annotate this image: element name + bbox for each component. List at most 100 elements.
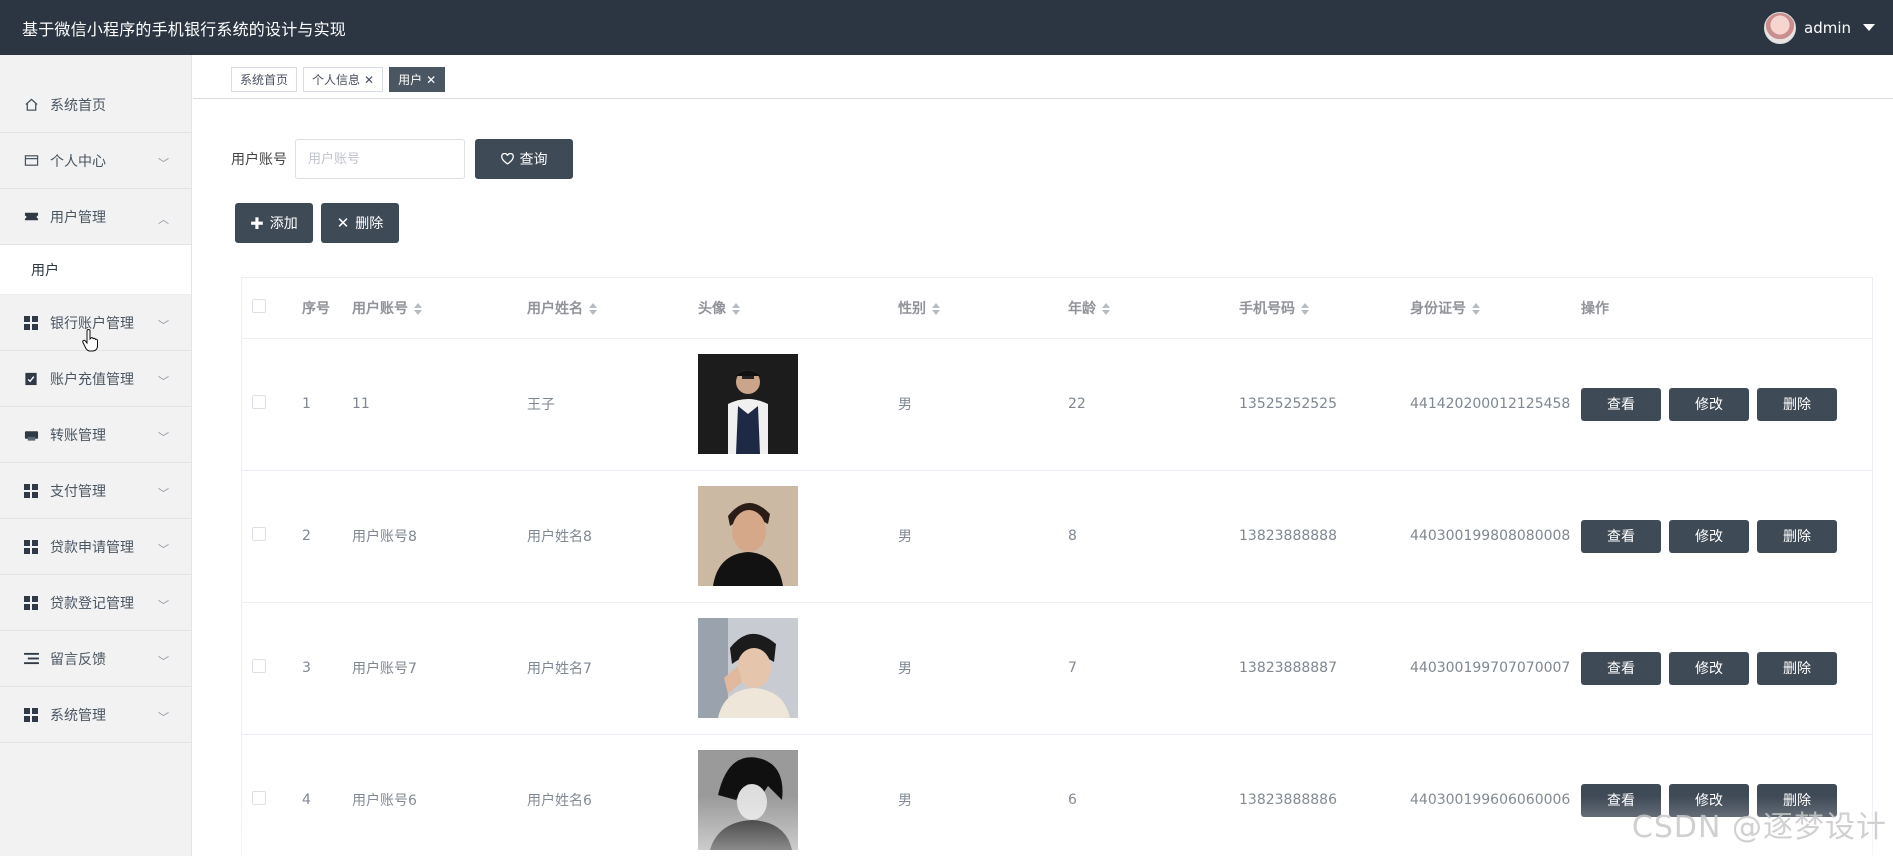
sort-icon[interactable] (932, 302, 940, 315)
sidebar-item-label: 支付管理 (50, 483, 106, 500)
row-checkbox[interactable] (252, 659, 266, 673)
delete-button[interactable]: 删除 (1757, 519, 1837, 553)
sidebar-item-transfer[interactable]: 转账管理 ﹀ (0, 407, 191, 463)
view-button[interactable]: 查看 (1581, 651, 1661, 685)
sort-icon[interactable] (1301, 302, 1309, 315)
grid-icon (23, 595, 39, 611)
chevron-down-icon (1863, 24, 1875, 31)
column-header-sortable[interactable]: 头像 (688, 278, 888, 339)
printer-icon (23, 427, 39, 443)
chevron-down-icon: ﹀ (158, 542, 169, 556)
sidebar-item-label: 用户管理 (50, 209, 106, 226)
sort-icon[interactable] (589, 302, 597, 315)
sidebar: 系统首页 个人中心 ﹀ 用户管理 ︿ 用户 银行账户管理 ﹀ 账户充值管理 ﹀ … (0, 55, 192, 856)
grid-icon (23, 539, 39, 555)
sidebar-item-loan-application[interactable]: 贷款申请管理 ﹀ (0, 519, 191, 575)
sort-icon[interactable] (1472, 302, 1480, 315)
delete-selected-button[interactable]: ✕ 删除 (321, 203, 399, 243)
sort-icon[interactable] (414, 302, 422, 315)
row-checkbox[interactable] (252, 527, 266, 541)
cell-account: 用户账号7 (342, 602, 517, 735)
column-header-sortable[interactable]: 性别 (888, 278, 1058, 339)
cell-age: 22 (1058, 338, 1229, 471)
cell-gender: 男 (888, 338, 1058, 471)
tab-bar: 系统首页 个人信息 ✕ 用户 ✕ (193, 55, 1893, 99)
select-all-checkbox[interactable] (252, 298, 266, 313)
tab-personal-info[interactable]: 个人信息 ✕ (303, 67, 384, 92)
ticket-icon (23, 209, 39, 225)
sidebar-item-personal-center[interactable]: 个人中心 ﹀ (0, 133, 191, 189)
user-menu[interactable]: admin (1764, 11, 1875, 44)
delete-button[interactable]: 删除 (1757, 387, 1837, 421)
cell-id-card: 441420200012125458 (1400, 338, 1571, 471)
sidebar-item-feedback[interactable]: 留言反馈 ﹀ (0, 631, 191, 687)
row-checkbox[interactable] (252, 791, 266, 805)
close-icon[interactable]: ✕ (426, 73, 436, 87)
tab-home[interactable]: 系统首页 (231, 67, 298, 92)
cell-index: 3 (292, 602, 342, 735)
search-button-label: 查询 (519, 152, 548, 168)
column-header-sortable[interactable]: 用户账号 (342, 278, 517, 339)
user-photo (698, 486, 798, 586)
sidebar-item-label: 转账管理 (50, 427, 106, 444)
tab-label: 个人信息 (312, 73, 361, 87)
cell-phone: 13525252525 (1229, 338, 1400, 471)
grid-icon (23, 315, 39, 331)
close-icon: ✕ (336, 214, 350, 232)
edit-button[interactable]: 修改 (1669, 387, 1749, 421)
cell-name: 王子 (517, 338, 688, 471)
column-header-sortable[interactable]: 用户姓名 (517, 278, 688, 339)
column-header-sortable[interactable]: 年龄 (1058, 278, 1229, 339)
column-header: 序号 (292, 278, 342, 339)
cell-gender: 男 (888, 602, 1058, 735)
search-button[interactable]: 查询 (475, 139, 573, 179)
sidebar-item-payment[interactable]: 支付管理 ﹀ (0, 463, 191, 519)
cell-phone: 13823888886 (1229, 734, 1400, 856)
row-actions: 查看 修改 删除 (1581, 651, 1872, 685)
table-row: 1 11 王子 男 22 13525252525 441420200012125… (242, 338, 1872, 471)
tab-user[interactable]: 用户 ✕ (389, 67, 446, 92)
chevron-down-icon: ﹀ (158, 318, 169, 332)
user-photo (698, 618, 798, 718)
column-header-sortable[interactable]: 手机号码 (1229, 278, 1400, 339)
username-label: admin (1804, 18, 1851, 37)
heart-icon (500, 153, 514, 165)
view-button[interactable]: 查看 (1581, 519, 1661, 553)
sidebar-subitem-user[interactable]: 用户 (0, 245, 191, 295)
sidebar-item-system[interactable]: 系统管理 ﹀ (0, 687, 191, 743)
cell-gender: 男 (888, 734, 1058, 856)
edit-button[interactable]: 修改 (1669, 651, 1749, 685)
row-checkbox[interactable] (252, 395, 266, 409)
close-icon[interactable]: ✕ (364, 73, 374, 87)
delete-button[interactable]: 删除 (1757, 651, 1837, 685)
sidebar-item-home[interactable]: 系统首页 (0, 77, 191, 133)
cell-phone: 13823888888 (1229, 470, 1400, 603)
app-title: 基于微信小程序的手机银行系统的设计与实现 (22, 19, 347, 39)
search-label: 用户账号 (231, 152, 287, 168)
avatar[interactable] (1764, 11, 1796, 44)
chevron-down-icon: ﹀ (158, 654, 169, 668)
chevron-down-icon: ﹀ (158, 156, 169, 170)
home-icon (23, 97, 39, 113)
sort-icon[interactable] (1102, 302, 1110, 315)
column-header-sortable[interactable]: 身份证号 (1400, 278, 1571, 339)
user-table: 序号 用户账号 用户姓名 头像 性别 年龄 手机号码 身份证号 操作 1 11 (241, 277, 1873, 856)
edit-button[interactable]: 修改 (1669, 519, 1749, 553)
plus-icon: ✚ (250, 213, 264, 233)
cell-age: 8 (1058, 470, 1229, 603)
delete-button-label: 删除 (355, 216, 384, 232)
chevron-down-icon: ﹀ (158, 430, 169, 444)
cell-gender: 男 (888, 470, 1058, 603)
clipboard-check-icon (23, 371, 39, 387)
column-header: 操作 (1571, 278, 1872, 339)
hand-cursor-icon (82, 329, 98, 352)
sort-icon[interactable] (732, 302, 740, 315)
sidebar-item-label: 账户充值管理 (50, 371, 134, 388)
view-button[interactable]: 查看 (1581, 387, 1661, 421)
sidebar-item-label: 留言反馈 (50, 651, 106, 668)
sidebar-item-user-management[interactable]: 用户管理 ︿ (0, 189, 191, 245)
search-input[interactable] (295, 139, 465, 179)
sidebar-item-loan-registration[interactable]: 贷款登记管理 ﹀ (0, 575, 191, 631)
add-button[interactable]: ✚ 添加 (235, 203, 313, 243)
sidebar-item-recharge[interactable]: 账户充值管理 ﹀ (0, 351, 191, 407)
